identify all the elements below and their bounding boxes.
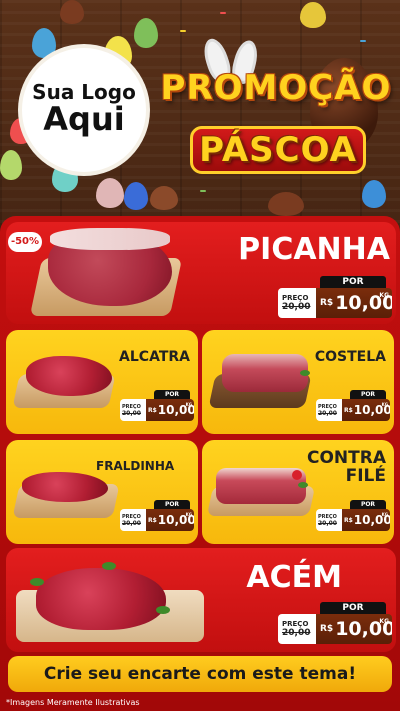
- sprinkle-decoration: [180, 30, 186, 32]
- new-price-box: R$ 10,00 KG: [342, 399, 390, 421]
- new-price-box: R$ 10,00 KG: [146, 399, 194, 421]
- por-label: POR: [350, 500, 386, 509]
- easter-egg-decoration: [60, 0, 84, 24]
- old-price-box: PREÇO 20,00: [316, 509, 342, 531]
- promo-title: PROMOÇÃO: [160, 68, 392, 108]
- sprinkle-decoration: [220, 12, 226, 14]
- currency: R$: [344, 406, 353, 414]
- product-name: ACÉM: [246, 560, 342, 595]
- unit: KG: [379, 618, 389, 625]
- herb-garnish: [156, 606, 170, 614]
- preco-label: PREÇO: [282, 620, 309, 628]
- discount-badge: -50%: [8, 232, 42, 252]
- easter-egg-decoration: [0, 150, 22, 180]
- new-price-box: R$ 10,00 KG: [146, 509, 194, 531]
- easter-egg-decoration: [124, 182, 148, 210]
- fraldinha-meat-image: [22, 472, 108, 502]
- logo-text-line2: Aqui: [43, 100, 125, 139]
- easter-egg-decoration: [96, 178, 124, 208]
- new-price-box: R$ 10,00 KG: [342, 509, 390, 531]
- old-price: 20,00: [122, 519, 141, 527]
- por-label: POR: [154, 390, 190, 399]
- disclaimer-text: *Imagens Meramente Ilustrativas: [6, 698, 140, 707]
- unit: KG: [379, 292, 389, 299]
- product-card-costela: COSTELA POR PREÇO 20,00 R$ 10,00 KG: [202, 330, 394, 434]
- unit: KG: [185, 402, 192, 407]
- old-price-box: PREÇO 20,00: [316, 399, 342, 421]
- sprinkle-decoration: [200, 190, 206, 192]
- currency: R$: [320, 624, 334, 634]
- herb-garnish: [102, 562, 116, 570]
- old-price-box: PREÇO 20,00: [278, 288, 316, 318]
- price-tag: PREÇO 20,00 R$ 10,00 KG: [120, 399, 194, 421]
- price-tag: PREÇO 20,00 R$ 10,00 KG: [120, 509, 194, 531]
- product-name: FRALDINHA: [96, 459, 175, 473]
- costela-meat-image: [222, 354, 308, 392]
- currency: R$: [148, 516, 157, 524]
- currency: R$: [320, 298, 334, 308]
- easter-egg-decoration: [134, 18, 158, 48]
- herb-garnish: [300, 370, 310, 376]
- old-price: 20,00: [318, 519, 337, 527]
- create-flyer-cta[interactable]: Crie seu encarte com este tema!: [8, 656, 392, 692]
- product-name: COSTELA: [314, 349, 386, 365]
- unit: KG: [185, 512, 192, 517]
- easter-egg-decoration: [150, 186, 178, 210]
- product-name: PICANHA: [238, 232, 390, 267]
- store-logo-placeholder: Sua Logo Aqui: [22, 48, 146, 172]
- fat-layer: [50, 228, 170, 250]
- easter-egg-decoration: [300, 2, 326, 28]
- por-label: POR: [320, 602, 386, 614]
- product-name-line2: FILÉ: [345, 465, 386, 486]
- product-card-acem: ACÉM POR PREÇO 20,00 R$ 10,00 KG: [6, 548, 396, 652]
- old-price: 20,00: [282, 302, 311, 312]
- price-tag: PREÇO 20,00 R$ 10,00 KG: [278, 288, 392, 318]
- pascoa-title: PÁSCOA: [199, 130, 357, 170]
- logo-text-line1: Sua Logo: [32, 80, 136, 105]
- price-tag: PREÇO 20,00 R$ 10,00 KG: [278, 614, 392, 644]
- price-tag: PREÇO 20,00 R$ 10,00 KG: [316, 399, 390, 421]
- unit: KG: [381, 402, 388, 407]
- old-price-box: PREÇO 20,00: [120, 399, 146, 421]
- old-price: 20,00: [282, 628, 311, 638]
- acem-meat-image: [36, 568, 166, 630]
- unit: KG: [381, 512, 388, 517]
- por-label: POR: [320, 276, 386, 288]
- easter-egg-decoration: [362, 180, 386, 208]
- tomato-garnish: [292, 470, 302, 480]
- old-price: 20,00: [318, 409, 337, 417]
- easter-egg-decoration: [32, 28, 56, 58]
- price-tag: PREÇO 20,00 R$ 10,00 KG: [316, 509, 390, 531]
- new-price-box: R$ 10,00 KG: [316, 288, 392, 318]
- currency: R$: [148, 406, 157, 414]
- old-price-box: PREÇO 20,00: [278, 614, 316, 644]
- product-name: ALCATRA: [119, 349, 190, 365]
- product-card-alcatra: ALCATRA POR PREÇO 20,00 R$ 10,00 KG: [6, 330, 198, 434]
- promo-title-group: PROMOÇÃO PÁSCOA: [160, 35, 392, 178]
- product-card-contra-file: CONTRA FILÉ POR PREÇO 20,00 R$ 10,00 KG: [202, 440, 394, 544]
- old-price: 20,00: [122, 409, 141, 417]
- alcatra-meat-image: [26, 356, 112, 396]
- currency: R$: [344, 516, 353, 524]
- por-label: POR: [350, 390, 386, 399]
- herb-garnish: [30, 578, 44, 586]
- product-name: CONTRA FILÉ: [302, 449, 386, 486]
- preco-label: PREÇO: [282, 294, 309, 302]
- easter-egg-decoration: [268, 192, 304, 216]
- product-card-fraldinha: FRALDINHA POR PREÇO 20,00 R$ 10,00 KG: [6, 440, 198, 544]
- new-price-box: R$ 10,00 KG: [316, 614, 392, 644]
- old-price-box: PREÇO 20,00: [120, 509, 146, 531]
- product-card-picanha: PICANHA POR PREÇO 20,00 R$ 10,00 KG: [6, 222, 396, 324]
- por-label: POR: [154, 500, 190, 509]
